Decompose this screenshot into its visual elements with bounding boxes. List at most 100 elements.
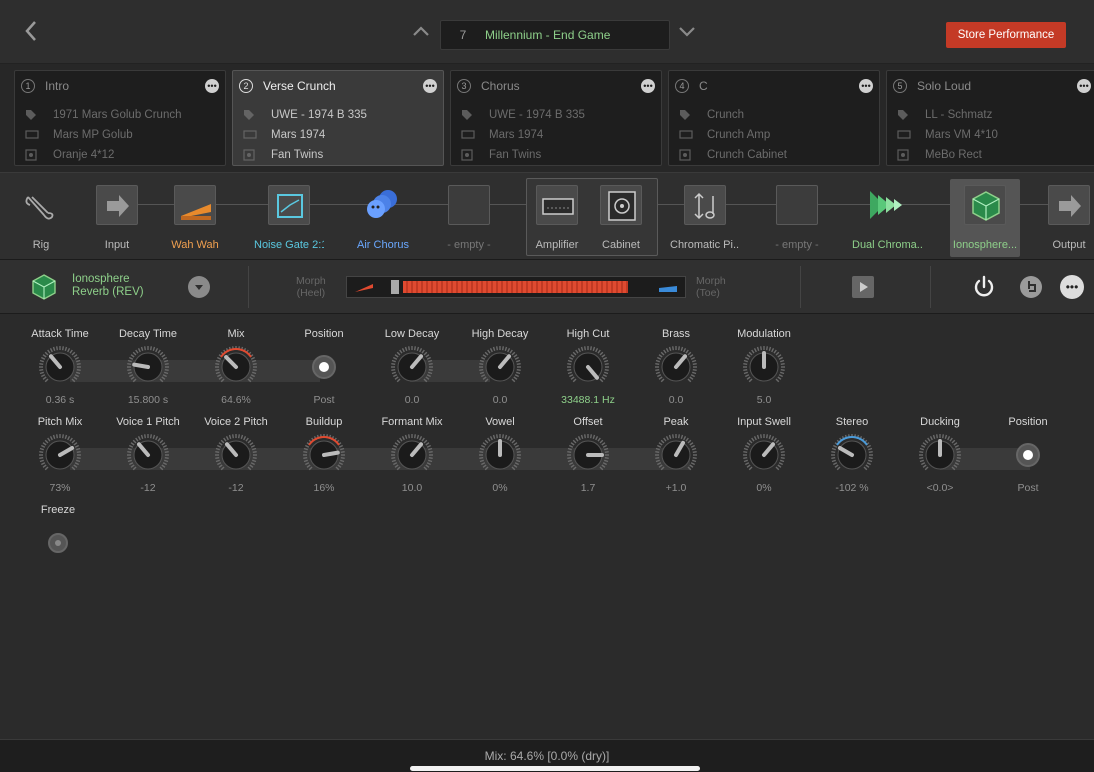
more-options-icon[interactable]: ••• xyxy=(1060,275,1084,299)
chain-module-amplifier[interactable]: Amplifier xyxy=(522,179,592,257)
scene-slot-3[interactable]: 3 Chorus ••• UWE - 1974 B 335 Mars 1974 Fan T… xyxy=(450,70,662,166)
chain-module-cabinet[interactable]: Cabinet xyxy=(586,179,656,257)
param-knob[interactable] xyxy=(214,433,258,477)
param-voice-1-pitch: Voice 1 Pitch -12 xyxy=(108,416,188,494)
freeze-toggle-button[interactable] xyxy=(36,521,80,565)
param-knob[interactable] xyxy=(478,433,522,477)
scene-slot-4[interactable]: 4 C ••• Crunch Crunch Amp Crunch Cabinet xyxy=(668,70,880,166)
chain-label-air-chorus: Air Chorus xyxy=(357,239,409,251)
next-performance-chevron-down-icon[interactable] xyxy=(678,25,698,43)
param-label: Stereo xyxy=(835,416,869,428)
chain-label-chromatic-pitch: Chromatic Pi... xyxy=(670,239,740,251)
param-decay-time: Decay Time 15.800 s xyxy=(108,328,188,406)
param-knob[interactable] xyxy=(830,433,874,477)
wah-pedal-icon xyxy=(174,185,216,225)
scene-cab-row: Oranje 4*12 xyxy=(25,147,114,163)
scene-amp: Mars VM 4*10 xyxy=(925,129,998,141)
scene-amp-row: Mars 1974 xyxy=(243,127,325,143)
scene-slot-2[interactable]: 2 Verse Crunch ••• UWE - 1974 B 335 Mars 197… xyxy=(232,70,444,166)
param-label: Mix xyxy=(227,328,245,340)
scene-number: 3 xyxy=(457,79,471,93)
scene-slot-5[interactable]: 5 Solo Loud ••• LL - Schmatz Mars VM 4*10 MeB… xyxy=(886,70,1094,166)
tap-tempo-icon[interactable] xyxy=(1019,275,1043,299)
chain-module-empty-1[interactable]: - empty - xyxy=(434,179,504,257)
param-brass: Brass 0.0 xyxy=(636,328,716,406)
chain-module-chromatic-pitch[interactable]: Chromatic Pi... xyxy=(670,179,740,257)
param-knob[interactable] xyxy=(214,345,258,389)
input-arrow-icon xyxy=(96,185,138,225)
chain-module-rig[interactable]: Rig xyxy=(6,179,76,257)
param-value: -12 xyxy=(140,482,156,494)
param-value: 0.0 xyxy=(492,394,508,406)
header-divider xyxy=(930,266,931,308)
param-knob[interactable] xyxy=(390,345,434,389)
param-knob[interactable] xyxy=(302,433,346,477)
scene-pedal: Crunch xyxy=(707,109,745,121)
param-label: Decay Time xyxy=(118,328,178,340)
morph-heel-label: Morph (Heel) xyxy=(296,275,326,299)
plugin-header: Ionosphere Reverb (REV) Morph (Heel) Mor… xyxy=(0,260,1094,314)
chain-module-noise-gate[interactable]: Noise Gate 2:1 xyxy=(254,179,324,257)
scene-cabinet: Fan Twins xyxy=(489,149,542,161)
scene-more-icon[interactable]: ••• xyxy=(641,79,655,93)
scene-name: Verse Crunch xyxy=(263,79,336,93)
parameter-panel: Attack Time 0.36 s Decay Time 15.800 s Mix 64… xyxy=(0,314,1094,739)
param-value: 16% xyxy=(313,482,335,494)
chain-module-dual-chromatic[interactable]: Dual Chroma... xyxy=(852,179,922,257)
param-knob[interactable] xyxy=(38,433,82,477)
param-knob[interactable] xyxy=(126,433,170,477)
position-toggle-button[interactable] xyxy=(302,345,346,389)
home-indicator[interactable] xyxy=(410,766,700,771)
scene-slot-1[interactable]: 1 Intro ••• 1971 Mars Golub Crunch Mars MP G… xyxy=(14,70,226,166)
scene-pedal: UWE - 1974 B 335 xyxy=(271,109,367,121)
param-knob[interactable] xyxy=(566,345,610,389)
power-icon[interactable] xyxy=(972,275,996,299)
chain-module-input[interactable]: Input xyxy=(82,179,152,257)
morph-slider-handle[interactable] xyxy=(391,280,399,294)
scene-name: Solo Loud xyxy=(917,79,972,93)
scene-cabinet: Fan Twins xyxy=(271,149,324,161)
plugin-dropdown-chevron-icon[interactable] xyxy=(188,276,210,298)
play-icon[interactable] xyxy=(852,276,874,298)
param-knob[interactable] xyxy=(38,345,82,389)
signal-chain: Rig Input Wah Wah Noise Gate 2:1 Air Cho xyxy=(0,172,1094,260)
param-knob[interactable] xyxy=(654,433,698,477)
chain-label-cabinet: Cabinet xyxy=(602,239,640,251)
amp-small-icon xyxy=(243,129,257,141)
position-toggle-button[interactable] xyxy=(1006,433,1050,477)
back-chevron-icon[interactable] xyxy=(24,20,44,46)
param-knob[interactable] xyxy=(654,345,698,389)
param-ducking: Ducking <0.0> xyxy=(900,416,980,494)
scene-more-icon[interactable]: ••• xyxy=(859,79,873,93)
param-knob[interactable] xyxy=(918,433,962,477)
param-knob[interactable] xyxy=(126,345,170,389)
chain-module-output[interactable]: Output xyxy=(1034,179,1094,257)
store-performance-button[interactable]: Store Performance xyxy=(946,22,1066,48)
param-knob[interactable] xyxy=(742,433,786,477)
param-knob[interactable] xyxy=(478,345,522,389)
morph-toe-line1: Morph xyxy=(696,275,726,287)
param-knob[interactable] xyxy=(742,345,786,389)
performance-selector[interactable]: 7 Millennium - End Game xyxy=(440,20,670,50)
scene-number: 1 xyxy=(21,79,35,93)
scene-more-icon[interactable]: ••• xyxy=(1077,79,1091,93)
chain-module-air-chorus[interactable]: Air Chorus xyxy=(348,179,418,257)
cabinet-small-icon xyxy=(679,149,693,161)
chain-module-empty-2[interactable]: - empty - xyxy=(762,179,832,257)
amp-small-icon xyxy=(897,129,911,141)
param-pitch-mix: Pitch Mix 73% xyxy=(20,416,100,494)
param-knob[interactable] xyxy=(566,433,610,477)
previous-performance-chevron-up-icon[interactable] xyxy=(412,25,432,43)
scene-more-icon[interactable]: ••• xyxy=(423,79,437,93)
chain-module-ionosphere[interactable]: Ionosphere... xyxy=(950,179,1020,257)
param-label: Brass xyxy=(661,328,691,340)
chain-module-wah[interactable]: Wah Wah xyxy=(160,179,230,257)
scene-amp-row: Crunch Amp xyxy=(679,127,770,143)
heel-pedal-icon xyxy=(355,283,373,292)
ionosphere-icon xyxy=(964,185,1006,225)
param-knob[interactable] xyxy=(390,433,434,477)
status-text: Mix: 64.6% [0.0% (dry)] xyxy=(484,749,610,763)
morph-slider[interactable] xyxy=(346,276,686,298)
plugin-name[interactable]: Ionosphere Reverb (REV) xyxy=(72,273,144,299)
scene-more-icon[interactable]: ••• xyxy=(205,79,219,93)
